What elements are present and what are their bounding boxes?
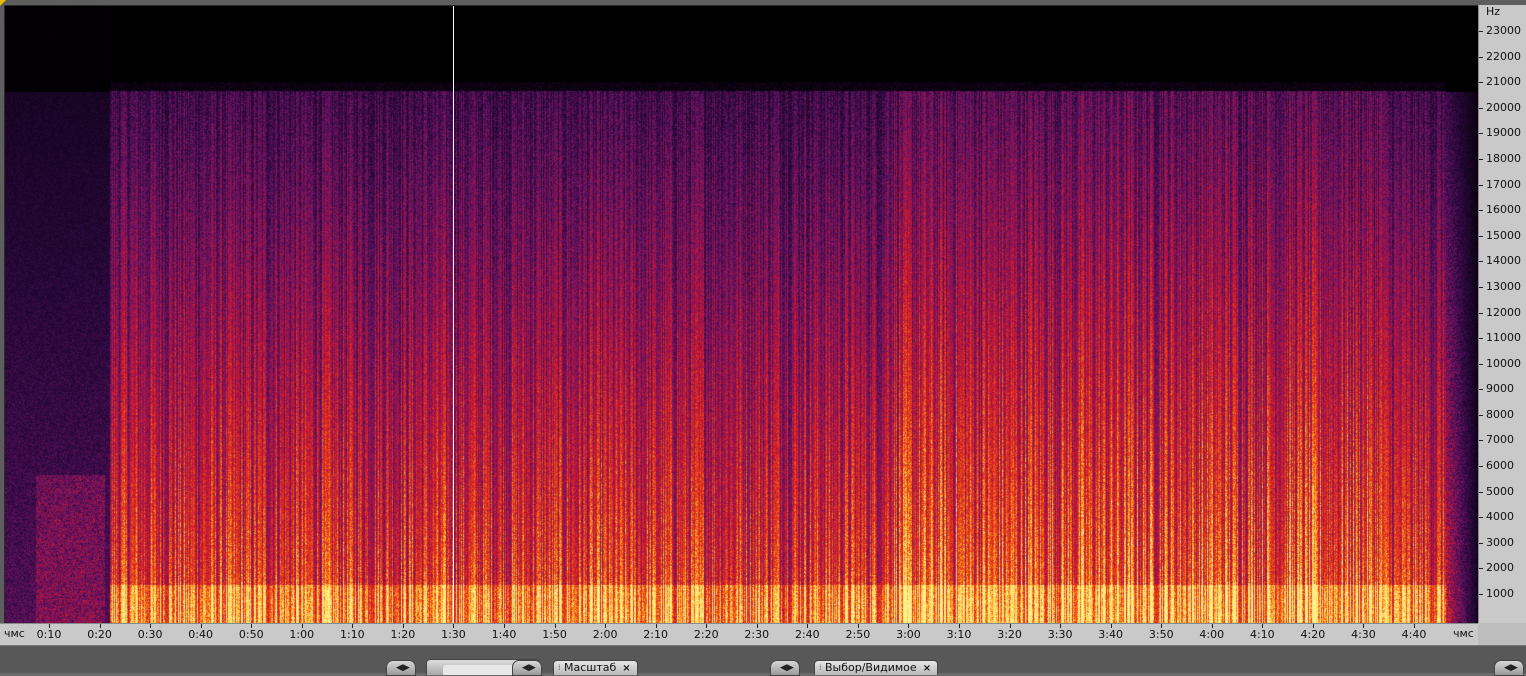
- frequency-tick: [1479, 56, 1483, 58]
- frequency-tick: [1479, 82, 1483, 84]
- time-tick-label: 4:10: [1249, 628, 1275, 641]
- frequency-tick-label: 16000: [1486, 203, 1521, 217]
- time-tick-label: 3:00: [896, 628, 921, 641]
- time-unit-label-left: чмс: [4, 627, 25, 640]
- time-tick-label: 1:50: [542, 628, 567, 641]
- frequency-tick: [1479, 491, 1483, 493]
- spectral-view-window: Hz 23000 22000 21000 20000 19000 18000 17000 160…: [0, 0, 1526, 676]
- frequency-tick-label: 4000: [1486, 510, 1514, 524]
- spectral-frequency-display[interactable]: [4, 5, 1479, 624]
- frequency-tick-label: 19000: [1486, 126, 1521, 140]
- spectrogram-canvas[interactable]: [5, 6, 1479, 624]
- frequency-tick: [1479, 542, 1483, 544]
- time-tick-label: 3:30: [1047, 628, 1073, 641]
- panel-nav-button[interactable]: ◀▶: [1494, 660, 1524, 676]
- time-tick-label: 2:50: [845, 628, 871, 641]
- frequency-tick: [1479, 568, 1483, 570]
- frequency-tick-label: 23000: [1486, 24, 1521, 37]
- frequency-tick: [1479, 184, 1483, 186]
- time-tick-label: 2:20: [693, 628, 719, 641]
- frequency-tick: [1479, 312, 1483, 314]
- frequency-tick-label: 3000: [1486, 535, 1514, 549]
- time-tick-label: 3:10: [946, 628, 972, 641]
- frequency-tick: [1479, 286, 1483, 288]
- time-tick-label: 0:20: [87, 628, 112, 641]
- time-unit-label-right: чмс: [1453, 627, 1474, 640]
- frequency-tick: [1479, 261, 1483, 263]
- frequency-tick-label: 2000: [1486, 561, 1514, 575]
- frequency-tick-label: 8000: [1486, 407, 1514, 421]
- time-tick-label: 1:00: [289, 628, 315, 641]
- time-tick-label: 4:30: [1351, 628, 1376, 641]
- close-icon[interactable]: ×: [923, 663, 931, 674]
- frequency-tick: [1479, 389, 1483, 391]
- frequency-tick: [1479, 210, 1483, 212]
- time-tick-label: 1:20: [390, 628, 416, 641]
- time-tick-label: 1:30: [441, 628, 466, 641]
- ruler-corner: [1478, 623, 1526, 645]
- time-tick-label: 4:00: [1199, 628, 1225, 641]
- frequency-tick-label: 7000: [1486, 433, 1514, 447]
- frequency-tick-label: 14000: [1486, 254, 1521, 268]
- tab-selection-view[interactable]: ⁞ Выбор/Видимое ×: [814, 660, 939, 675]
- time-tick-label: 2:30: [744, 628, 770, 641]
- panel-nav-button[interactable]: ◀▶: [512, 660, 542, 676]
- frequency-tick-label: 1000: [1486, 587, 1514, 600]
- time-tick-label: 0:40: [188, 628, 214, 641]
- frequency-tick: [1479, 158, 1483, 160]
- frequency-tick-label: 11000: [1486, 331, 1521, 345]
- time-tick-label: 2:10: [643, 628, 669, 641]
- playhead-cursor[interactable]: [453, 6, 454, 624]
- frequency-tick-label: 5000: [1486, 484, 1514, 498]
- frequency-tick: [1479, 338, 1483, 340]
- tab-zoom[interactable]: ⁞ Масштаб ×: [553, 660, 638, 675]
- tab-selection-label: Выбор/Видимое: [825, 661, 917, 674]
- frequency-tick-label: 17000: [1486, 177, 1521, 191]
- time-tick-label: 2:40: [794, 628, 820, 641]
- frequency-tick-label: 20000: [1486, 100, 1521, 114]
- frequency-unit-label: Hz: [1486, 5, 1501, 18]
- frequency-tick: [1479, 414, 1483, 416]
- frequency-tick-label: 22000: [1486, 49, 1521, 63]
- time-tick-label: 0:30: [137, 628, 163, 641]
- close-icon[interactable]: ×: [622, 663, 630, 674]
- time-tick-label: 4:20: [1300, 628, 1326, 641]
- tab-zoom-label: Масштаб: [564, 661, 617, 674]
- frequency-tick: [1479, 466, 1483, 468]
- frequency-tick: [1479, 594, 1483, 595]
- time-tick-label: 1:10: [339, 628, 365, 641]
- frequency-tick: [1479, 363, 1483, 365]
- frequency-tick-label: 10000: [1486, 356, 1521, 370]
- time-tick-label: 0:50: [238, 628, 264, 641]
- frequency-ruler[interactable]: Hz 23000 22000 21000 20000 19000 18000 17000 160…: [1478, 5, 1526, 623]
- frequency-tick-label: 6000: [1486, 459, 1514, 473]
- frequency-tick: [1479, 235, 1483, 237]
- frequency-tick: [1479, 31, 1483, 32]
- time-tick-label: 0:10: [36, 628, 62, 641]
- frequency-tick-label: 12000: [1486, 305, 1521, 319]
- frequency-tick-label: 15000: [1486, 228, 1521, 242]
- time-tick-label: 3:40: [1098, 628, 1124, 641]
- time-ruler[interactable]: 0:10 0:20 0:30 0:40 0:50 1:00 1:10 1:20 1:30 1:40…: [0, 623, 1478, 646]
- panel-nav-button[interactable]: ◀▶: [386, 660, 416, 676]
- frequency-tick-label: 21000: [1486, 75, 1521, 89]
- frequency-tick-label: 9000: [1486, 382, 1514, 396]
- frequency-tick: [1479, 440, 1483, 442]
- time-tick-label: 1:40: [491, 628, 517, 641]
- frequency-tick: [1479, 107, 1483, 109]
- frequency-tick-label: 13000: [1486, 279, 1521, 293]
- frequency-tick-label: 18000: [1486, 151, 1521, 165]
- panel-tab-bar: ◀▶ ◀▶ ⁞ Масштаб × ◀▶ ⁞ Выбор/Видимое × ◀▶: [0, 645, 1526, 676]
- panel-nav-button[interactable]: ◀▶: [770, 660, 800, 676]
- time-tick-label: 3:50: [1148, 628, 1174, 641]
- frequency-tick: [1479, 517, 1483, 519]
- time-tick-label: 2:00: [592, 628, 618, 641]
- time-tick-label: 4:40: [1401, 628, 1427, 641]
- time-tick-label: 3:20: [997, 628, 1022, 641]
- frequency-tick: [1479, 133, 1483, 135]
